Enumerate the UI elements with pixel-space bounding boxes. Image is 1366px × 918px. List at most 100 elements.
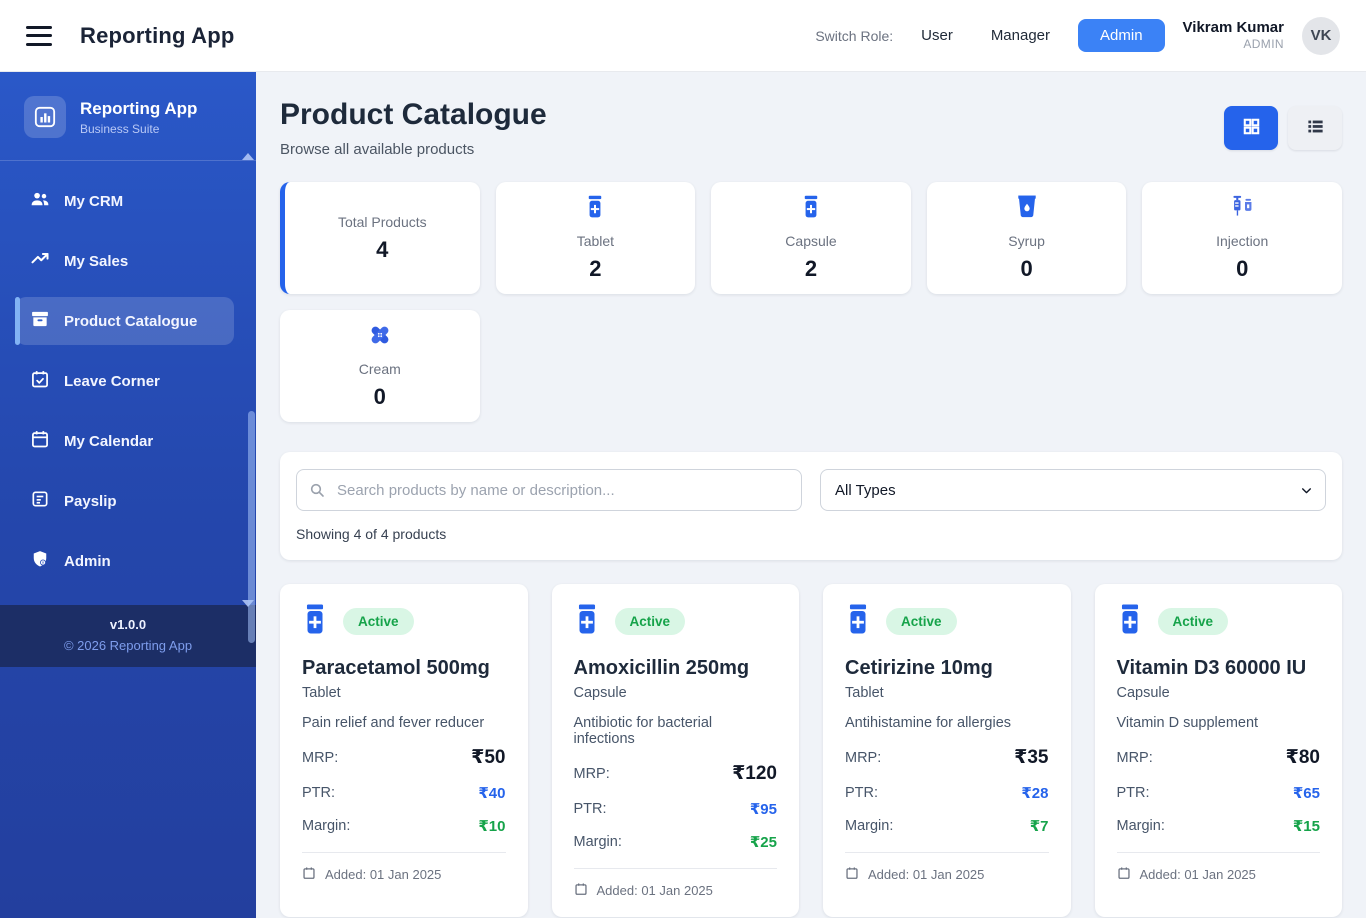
stat-value: 0 bbox=[1020, 255, 1033, 281]
sidebar-item-label: My CRM bbox=[64, 192, 124, 210]
calendar-icon bbox=[1117, 866, 1131, 883]
stat-value: 0 bbox=[373, 383, 386, 409]
status-badge: Active bbox=[614, 608, 686, 635]
stat-card-injection[interactable]: Injection 0 bbox=[1142, 182, 1342, 294]
sidebar-brand-subtitle: Business Suite bbox=[80, 121, 160, 136]
sidebar-nav: My CRM My Sales Product Catalogue Leave … bbox=[0, 153, 256, 643]
bar-chart-icon bbox=[24, 96, 66, 138]
product-card[interactable]: Active Amoxicillin 250mg Capsule Antibio… bbox=[551, 584, 799, 917]
search-input[interactable] bbox=[296, 469, 802, 511]
stat-value: 0 bbox=[1236, 255, 1249, 281]
product-card[interactable]: Active Cetirizine 10mg Tablet Antihistam… bbox=[823, 584, 1071, 917]
stat-label: Capsule bbox=[785, 232, 837, 249]
calendar-icon bbox=[30, 429, 50, 453]
product-type: Tablet bbox=[302, 685, 341, 701]
sidebar-item-my-sales[interactable]: My Sales bbox=[16, 237, 234, 285]
product-card[interactable]: Active Paracetamol 500mg Tablet Pain rel… bbox=[280, 584, 528, 917]
pill-bottle-icon bbox=[845, 604, 871, 639]
sidebar-item-leave-corner[interactable]: Leave Corner bbox=[16, 357, 234, 405]
sidebar-item-my-calendar[interactable]: My Calendar bbox=[16, 417, 234, 465]
status-badge: Active bbox=[343, 608, 414, 635]
trending-up-icon bbox=[30, 249, 50, 273]
margin-label: Margin: bbox=[302, 818, 351, 834]
pill-bottle-icon bbox=[302, 604, 328, 639]
list-icon bbox=[1306, 117, 1325, 139]
sidebar-footer: v1.0.0 © 2026 Reporting App bbox=[0, 605, 256, 667]
calendar-icon bbox=[574, 882, 588, 899]
stat-label: Tablet bbox=[576, 232, 615, 249]
product-description: Antibiotic for bacterial infections bbox=[573, 715, 713, 747]
pill-bottle-icon bbox=[585, 195, 605, 224]
added-date: Added: 01 Jan 2025 bbox=[1139, 867, 1256, 882]
sidebar-item-product-catalogue[interactable]: Product Catalogue bbox=[15, 297, 234, 345]
sidebar: Reporting App Business Suite My CRM My S… bbox=[0, 72, 256, 918]
product-type: Capsule bbox=[573, 685, 627, 701]
stat-card-tablet[interactable]: Tablet 2 bbox=[495, 182, 696, 294]
ptr-value: ₹65 bbox=[1292, 785, 1320, 802]
calendar-icon bbox=[845, 866, 859, 883]
page-title: Product Catalogue bbox=[280, 98, 547, 131]
product-name: Amoxicillin 250mg bbox=[573, 657, 750, 679]
filter-panel: All Types Showing 4 of 4 products bbox=[280, 452, 1342, 560]
user-role: ADMIN bbox=[1243, 37, 1284, 52]
sidebar-item-payslip[interactable]: Payslip bbox=[16, 477, 234, 525]
switch-role-label: Switch Role: bbox=[815, 27, 894, 44]
stat-label: Injection bbox=[1216, 232, 1269, 249]
sidebar-scrollbar[interactable] bbox=[248, 411, 255, 643]
product-card[interactable]: Active Vitamin D3 60000 IU Capsule Vitam… bbox=[1094, 584, 1342, 917]
admin-shield-icon bbox=[30, 549, 50, 573]
product-type: Tablet bbox=[845, 685, 884, 701]
stat-card-capsule[interactable]: Capsule 2 bbox=[711, 182, 911, 294]
results-count: Showing 4 of 4 products bbox=[296, 526, 447, 542]
ptr-label: PTR: bbox=[302, 785, 336, 801]
grid-icon bbox=[1242, 117, 1261, 139]
product-description: Antihistamine for allergies bbox=[845, 715, 1012, 731]
ptr-value: ₹28 bbox=[1021, 785, 1049, 802]
product-description: Vitamin D supplement bbox=[1116, 715, 1259, 731]
grid-view-button[interactable] bbox=[1224, 106, 1278, 150]
sidebar-brand-title: Reporting App bbox=[80, 98, 198, 118]
mrp-value: ₹80 bbox=[1285, 747, 1320, 768]
margin-value: ₹15 bbox=[1292, 818, 1320, 835]
users-icon bbox=[30, 189, 50, 213]
hamburger-menu-icon[interactable] bbox=[26, 25, 52, 46]
margin-value: ₹7 bbox=[1029, 818, 1049, 835]
product-name: Cetirizine 10mg bbox=[845, 657, 993, 679]
avatar[interactable]: VK bbox=[1302, 16, 1340, 55]
stat-card-cream[interactable]: Cream 0 bbox=[280, 310, 480, 422]
list-view-button[interactable] bbox=[1288, 106, 1342, 150]
stat-card-syrup[interactable]: Syrup 0 bbox=[926, 182, 1127, 294]
role-manager-button[interactable]: Manager bbox=[981, 21, 1060, 50]
mrp-label: MRP: bbox=[302, 749, 339, 766]
sidebar-item-admin[interactable]: Admin bbox=[16, 537, 234, 585]
sidebar-item-my-crm[interactable]: My CRM bbox=[16, 177, 234, 225]
margin-label: Margin: bbox=[573, 834, 622, 850]
added-date: Added: 01 Jan 2025 bbox=[868, 867, 985, 882]
ptr-value: ₹95 bbox=[749, 801, 777, 818]
stat-value: 2 bbox=[589, 255, 602, 281]
type-filter-select[interactable]: All Types bbox=[820, 469, 1326, 511]
sidebar-item-label: My Sales bbox=[64, 252, 129, 270]
pill-bottle-icon bbox=[574, 604, 600, 639]
added-date: Added: 01 Jan 2025 bbox=[596, 883, 713, 898]
sidebar-brand: Reporting App Business Suite bbox=[0, 72, 256, 161]
calendar-icon bbox=[302, 866, 316, 883]
pill-bottle-icon bbox=[801, 195, 821, 224]
scroll-up-arrow-icon[interactable] bbox=[242, 153, 254, 160]
margin-label: Margin: bbox=[845, 818, 894, 834]
role-admin-button[interactable]: Admin bbox=[1078, 19, 1165, 52]
product-name: Vitamin D3 60000 IU bbox=[1116, 657, 1307, 679]
sidebar-item-label: My Calendar bbox=[64, 432, 154, 450]
page-subtitle: Browse all available products bbox=[280, 141, 475, 158]
stat-label: Syrup bbox=[1008, 232, 1045, 249]
mrp-label: MRP: bbox=[845, 749, 882, 766]
stat-value: 2 bbox=[804, 255, 818, 281]
sidebar-item-label: Admin bbox=[64, 552, 111, 570]
calendar-check-icon bbox=[30, 369, 50, 393]
role-user-button[interactable]: User bbox=[911, 21, 963, 50]
stat-card-total-products[interactable]: Total Products 4 bbox=[280, 182, 480, 294]
margin-label: Margin: bbox=[1116, 818, 1165, 834]
copyright-text: © 2026 Reporting App bbox=[63, 638, 193, 653]
ptr-label: PTR: bbox=[1116, 785, 1150, 801]
ptr-label: PTR: bbox=[573, 801, 607, 817]
